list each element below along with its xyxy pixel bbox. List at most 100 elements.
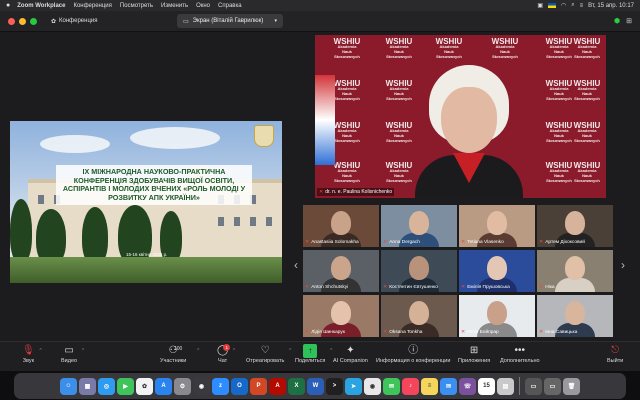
participant-tile[interactable]: ✕ Лідія Шинкарук (303, 295, 379, 337)
messages-icon[interactable]: ✉ (383, 377, 400, 395)
chrome-icon[interactable]: ◉ (193, 377, 210, 395)
photos-icon[interactable]: ✿ (136, 377, 153, 395)
chevron-up-icon[interactable]: ⌃ (81, 348, 85, 354)
apple-icon[interactable]: ● (6, 2, 10, 9)
chevron-up-icon[interactable]: ⌃ (39, 348, 43, 354)
excel-icon[interactable]: X (288, 377, 305, 395)
conference-label[interactable]: ✿ Конференция (51, 18, 97, 25)
video-button[interactable]: ▭ ⌃ Видео (61, 344, 85, 364)
menu-help[interactable]: Справка (218, 3, 242, 9)
clock[interactable]: Вт, 15 апр. 10:17 (588, 3, 634, 9)
menu-view[interactable]: Посмотреть (120, 3, 153, 9)
participant-name: ✕ Anton Shchutskyi (305, 284, 349, 290)
share-screen-icon: ↑ (303, 344, 318, 358)
view-grid-icon[interactable]: ⊞ (626, 17, 632, 25)
more-button[interactable]: ••• Дополнительно (500, 344, 540, 364)
participant-tile[interactable]: ✕ Юлія Бойпрар (459, 295, 535, 337)
window-icon[interactable]: ▭ (525, 377, 542, 395)
menu-zoom[interactable]: Zoom Workplace (17, 3, 65, 9)
mic-muted-icon: ✕ (539, 329, 544, 335)
wifi-icon[interactable]: ◠ (561, 2, 566, 9)
participant-tile[interactable]: ✕ Anastasiia Solomakha (303, 205, 379, 247)
trash-icon[interactable]: 🗑 (563, 377, 580, 395)
settings-icon[interactable]: ⚙ (174, 377, 191, 395)
menu-conference[interactable]: Конференция (73, 3, 111, 9)
facetime-icon[interactable]: ▶ (117, 377, 134, 395)
appstore-icon[interactable]: A (155, 377, 172, 395)
menu-window[interactable]: Окно (196, 3, 210, 9)
conference-banner: IX МІЖНАРОДНА НАУКОВО-ПРАКТИЧНА КОНФЕРЕН… (56, 165, 252, 206)
wshiu-logo: WSHIU Akademia Nauk Stosowanych (545, 37, 573, 60)
shield-icon[interactable]: ⬢ (614, 17, 620, 25)
leave-door-icon: ⎋ (611, 345, 620, 356)
participant-tile[interactable]: ✕ Anton Shchutskyi (303, 250, 379, 292)
shared-screen[interactable]: IX МІЖНАРОДНА НАУКОВО-ПРАКТИЧНА КОНФЕРЕН… (10, 121, 282, 283)
meeting-info-button[interactable]: ⓘ Информация о конференции (376, 344, 450, 364)
window-icon[interactable]: ▭ (544, 377, 561, 395)
powerpoint-icon[interactable]: P (250, 377, 267, 395)
menu-edit[interactable]: Изменить (161, 3, 188, 9)
info-icon: ⓘ (408, 345, 419, 356)
gallery-prev-icon[interactable]: ‹ (294, 258, 298, 272)
terminal-icon[interactable]: > (326, 377, 343, 395)
participants-button[interactable]: ⚇ 100 ⌃ Участники (160, 344, 200, 364)
mic-muted-icon: ✕ (461, 284, 466, 290)
keyboard-layout-icon[interactable] (548, 3, 557, 8)
participant-tile[interactable]: ✕ Tetiana Vlasenko (459, 205, 535, 247)
viber-icon[interactable]: ☏ (459, 377, 476, 395)
participant-tile[interactable]: ✕ Інна Савицька (537, 295, 613, 337)
leave-button[interactable]: ⎋ Выйти (607, 344, 623, 364)
preview-icon[interactable]: ▤ (497, 377, 514, 395)
participant-name: ✕ Інна Савицька (539, 329, 578, 335)
launchpad-icon[interactable]: ▦ (79, 377, 96, 395)
apps-grid-icon: ⊞ (469, 345, 479, 356)
fullscreen-window-icon[interactable] (30, 17, 37, 25)
minimize-window-icon[interactable] (19, 17, 26, 25)
more-dots-icon: ••• (514, 345, 526, 356)
chrome-icon[interactable]: ◉ (364, 377, 381, 395)
notes-icon[interactable]: ≡ (421, 377, 438, 395)
heart-icon: ♡ (260, 345, 270, 356)
chevron-up-icon[interactable]: ⌃ (232, 348, 236, 354)
ai-companion-button[interactable]: ✦ AI Companion (333, 344, 368, 364)
active-speaker-video[interactable]: WSHIU Akademia Nauk Stosowanych WSHIU Akade… (315, 35, 606, 198)
screen-share-pill[interactable]: ▭ Экран (Віталій Гаврилюк) ▾ (177, 14, 283, 28)
participant-tile[interactable]: ✕ Емілія Прушовська (459, 250, 535, 292)
mail-icon[interactable]: ✉ (440, 377, 457, 395)
telegram-icon[interactable]: ➤ (345, 377, 362, 395)
mic-muted-icon: ✕ (319, 189, 324, 195)
search-icon[interactable]: ⌕ (571, 2, 574, 9)
react-button[interactable]: ♡ ⌃ Отреагировать (246, 344, 292, 364)
zoom-icon[interactable]: z (212, 377, 229, 395)
participant-tile[interactable]: ✕ Anna Dergach (381, 205, 457, 247)
participant-tile[interactable]: ✕ Артем Діхоксовий (537, 205, 613, 247)
chevron-up-icon[interactable]: ⌃ (196, 348, 200, 354)
outlook-icon[interactable]: O (231, 377, 248, 395)
mic-muted-icon: ✕ (539, 284, 544, 290)
close-window-icon[interactable] (8, 17, 15, 25)
chat-button[interactable]: ◯ 1 ⌃ Чат (217, 344, 236, 364)
speaker-name-label: ✕ dr. n. e. Paulina Kolisnichenko (317, 188, 395, 196)
participant-tile[interactable]: ✕ Oksana Tonkha (381, 295, 457, 337)
safari-icon[interactable]: ◎ (98, 377, 115, 395)
control-center-icon[interactable]: ≡ (580, 3, 584, 9)
window-titlebar: ✿ Конференция ▭ Экран (Віталій Гаврилюк)… (0, 11, 640, 32)
audio-button[interactable]: 🎙 ⌃ Звук (22, 344, 43, 364)
mic-muted-icon: ✕ (383, 329, 388, 335)
gallery-next-icon[interactable]: › (621, 258, 625, 272)
acrobat-icon[interactable]: A (269, 377, 286, 395)
wshiu-logo: WSHIU Akademia Nauk Stosowanych (573, 79, 601, 102)
calendar-icon[interactable]: 15 (478, 377, 495, 395)
word-icon[interactable]: W (307, 377, 324, 395)
chevron-up-icon[interactable]: ⌃ (288, 348, 292, 354)
participant-tile[interactable]: ✕ Костянтин Євтушенко (381, 250, 457, 292)
zoom-status-icon[interactable]: ▣ (537, 2, 543, 9)
music-icon[interactable]: ♪ (402, 377, 419, 395)
speaker-person (415, 65, 523, 198)
participant-tile[interactable]: ✕ Ніка (537, 250, 613, 292)
apps-button[interactable]: ⊞ Приложения (458, 344, 490, 364)
finder-icon[interactable]: ☺ (60, 377, 77, 395)
share-button[interactable]: ↑ ⌃ Поделиться (295, 344, 333, 364)
wshiu-logo: WSHIU Akademia Nauk Stosowanych (385, 79, 413, 102)
participant-name: ✕ Емілія Прушовська (461, 284, 510, 290)
